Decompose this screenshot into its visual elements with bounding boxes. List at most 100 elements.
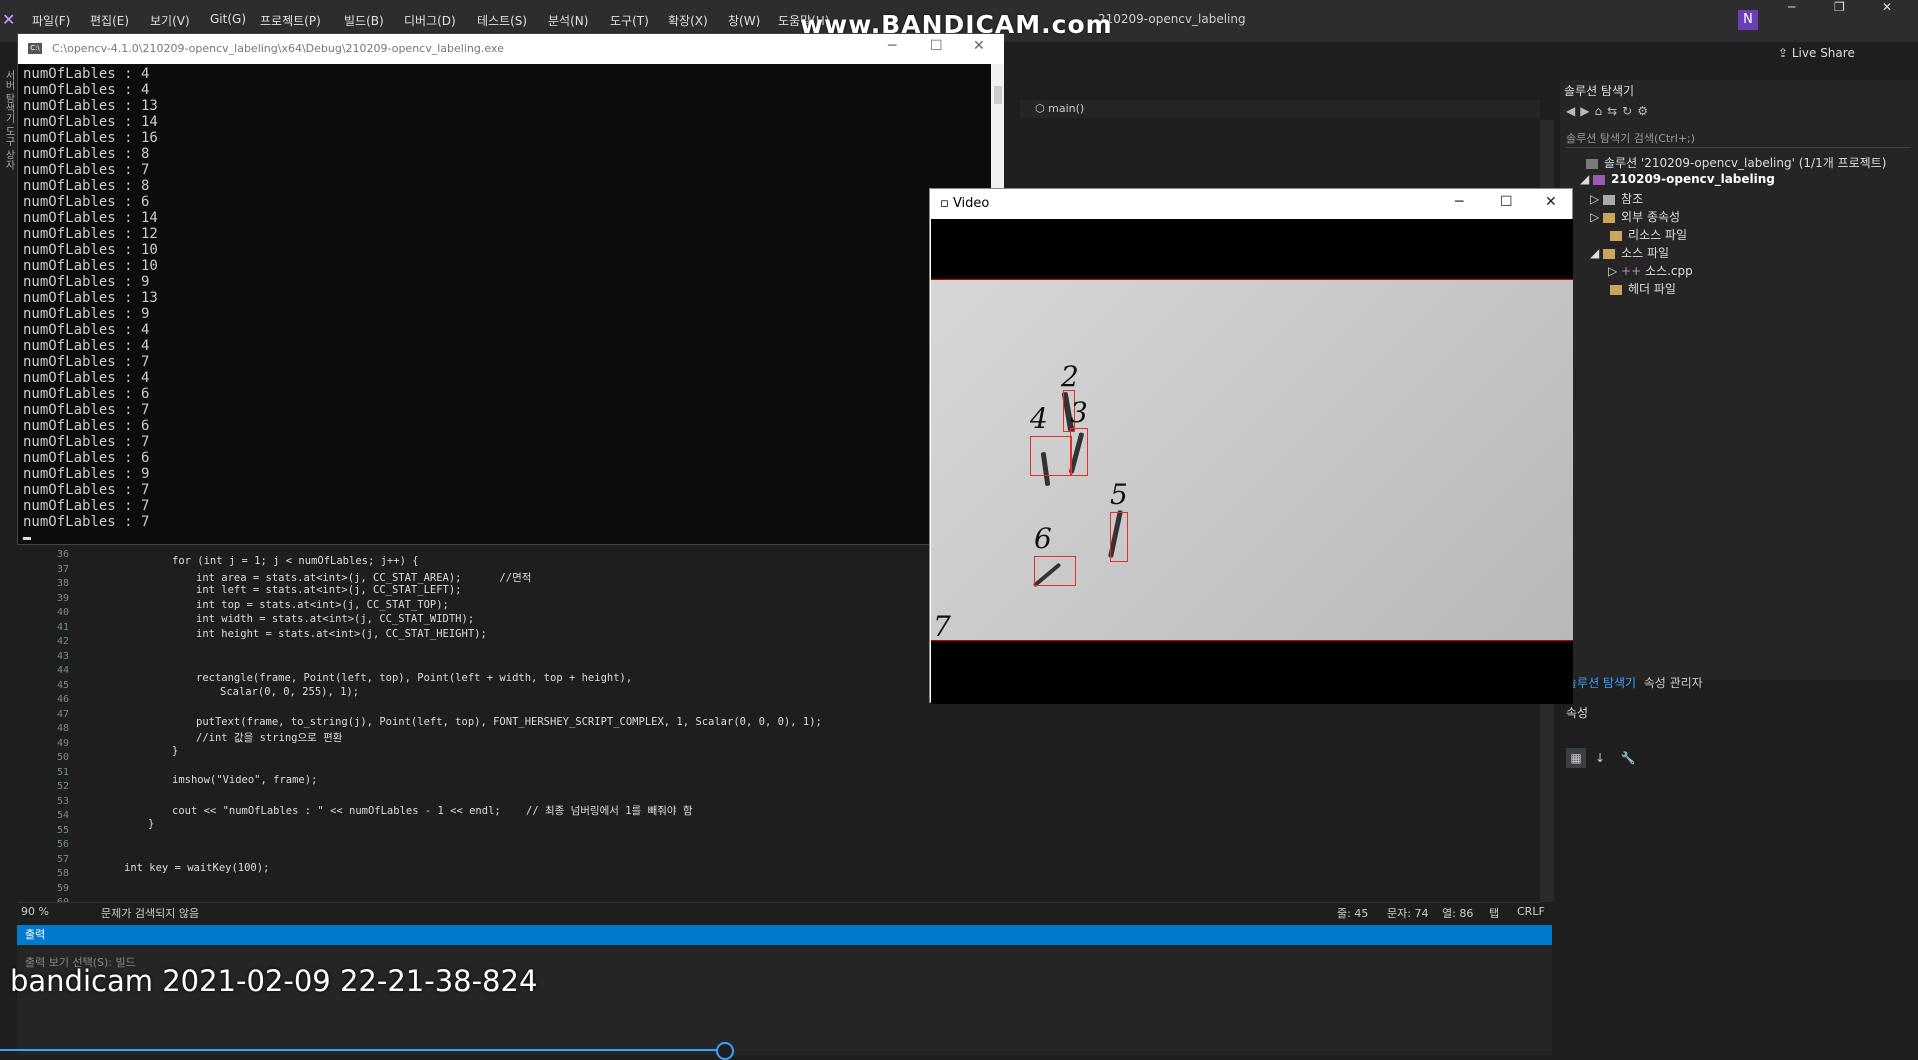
refresh-icon[interactable]: ↻	[1622, 104, 1637, 118]
folder-icon	[1603, 248, 1616, 259]
solution-icon	[1586, 158, 1598, 169]
line-number: 36	[56, 549, 69, 560]
solution-search-input[interactable]: 솔루션 탐색기 검색(Ctrl+;)	[1566, 130, 1911, 148]
restore-icon[interactable]: ❐	[1834, 0, 1845, 14]
tree-project-node[interactable]: ◢ 210209-opencv_labeling	[1580, 172, 1775, 186]
menu-file[interactable]: 파일(F)	[32, 12, 70, 29]
cpp-file-icon: ++	[1621, 264, 1645, 278]
console-minimize-icon[interactable]: ─	[888, 38, 896, 54]
menu-tools[interactable]: 도구(T)	[610, 12, 649, 29]
line-number: 57	[56, 853, 69, 865]
tree-item-source-cpp[interactable]: ▷ ++ 소스.cpp	[1608, 262, 1693, 279]
line-number: 42	[56, 636, 69, 647]
label-box-3	[1070, 428, 1088, 476]
tree-item-references[interactable]: ▷ 참조	[1590, 190, 1643, 207]
video-close-icon[interactable]: ✕	[1545, 194, 1557, 210]
solution-title: 210209-opencv_labeling	[1098, 12, 1246, 26]
tree-item-external[interactable]: ▷ 외부 종속성	[1590, 208, 1680, 225]
menu-view[interactable]: 보기(V)	[150, 12, 190, 29]
console-line: numOfLables : 7	[23, 434, 150, 450]
tree-item-source-files[interactable]: ◢ 소스 파일	[1590, 244, 1669, 261]
console-maximize-icon[interactable]: ☐	[930, 38, 943, 54]
menu-git[interactable]: Git(G)	[210, 12, 246, 26]
console-line: numOfLables : 6	[23, 418, 150, 434]
code-line[interactable]: int width = stats.at<int>(j, CC_STAT_WID…	[196, 613, 474, 625]
label-number-2: 2	[1061, 360, 1079, 393]
console-line: numOfLables : 13	[23, 98, 158, 114]
code-line[interactable]: int area = stats.at<int>(j, CC_STAT_AREA…	[196, 570, 531, 585]
line-number: 53	[56, 795, 69, 807]
sync-icon[interactable]: ⇆	[1607, 104, 1622, 118]
console-line: numOfLables : 7	[23, 402, 150, 418]
left-tool-strip[interactable]: 서버 탐색기 도구 상자	[0, 70, 16, 220]
issues-status[interactable]: 문제가 검색되지 않음	[101, 905, 199, 921]
user-avatar[interactable]: N	[1738, 10, 1758, 30]
expand-icon: ◢	[1590, 246, 1604, 260]
solution-toolbar[interactable]: ◀▶⌂⇆↻⚙	[1566, 104, 1653, 118]
code-line[interactable]: putText(frame, to_string(j), Point(left,…	[196, 716, 822, 728]
code-line[interactable]: cout << "numOfLables : " << numOfLables …	[172, 803, 693, 818]
tree-item-headers[interactable]: 헤더 파일	[1610, 280, 1676, 297]
code-line[interactable]: }	[172, 745, 178, 757]
zoom-level[interactable]: 90 %	[21, 905, 49, 918]
playback-knob[interactable]	[716, 1042, 734, 1060]
settings-icon[interactable]: ⚙	[1637, 104, 1653, 118]
menu-analyze[interactable]: 분석(N)	[548, 12, 588, 29]
tree-solution-node[interactable]: 솔루션 '210209-opencv_labeling' (1/1개 프로젝트)	[1586, 154, 1886, 171]
line-number: 54	[56, 810, 69, 821]
folder-icon	[1603, 212, 1616, 223]
code-line[interactable]: }	[148, 818, 154, 830]
playback-progress[interactable]	[0, 1049, 725, 1051]
menu-project[interactable]: 프로젝트(P)	[260, 12, 321, 29]
menu-edit[interactable]: 편집(E)	[90, 12, 129, 29]
code-line[interactable]: imshow("Video", frame);	[172, 774, 317, 786]
line-number: 51	[56, 766, 69, 778]
menu-debug[interactable]: 디버그(D)	[404, 12, 456, 29]
tab-property-manager[interactable]: 속성 관리자	[1644, 676, 1703, 690]
tab-solution-explorer[interactable]: 솔루션 탐색기	[1566, 676, 1636, 690]
wrench-icon[interactable]: 🔧	[1618, 748, 1638, 768]
forward-icon[interactable]: ▶	[1580, 104, 1594, 118]
close-icon[interactable]: ✕	[1882, 0, 1892, 14]
solution-node-label: 솔루션 '210209-opencv_labeling' (1/1개 프로젝트)	[1604, 156, 1887, 170]
code-line[interactable]: Scalar(0, 0, 255), 1);	[220, 686, 359, 698]
console-line: numOfLables : 9	[23, 274, 150, 290]
console-window[interactable]: C:\opencv-4.1.0\210209-opencv_labeling\x…	[17, 33, 1004, 545]
minimize-icon[interactable]: ─	[1788, 0, 1795, 14]
menu-build[interactable]: 빌드(B)	[344, 12, 384, 29]
live-share-button[interactable]: ⇪ Live Share	[1778, 46, 1855, 60]
menu-window[interactable]: 창(W)	[728, 12, 760, 29]
console-line: numOfLables : 7	[23, 498, 150, 514]
code-line[interactable]: int height = stats.at<int>(j, CC_STAT_HE…	[196, 628, 487, 640]
camera-image: 2 3 4 5 6 7	[931, 279, 1573, 643]
console-scroll-thumb[interactable]	[994, 86, 1002, 104]
console-line: numOfLables : 13	[23, 290, 158, 306]
alphabetical-icon[interactable]: ↓	[1590, 748, 1610, 768]
code-line[interactable]: int left = stats.at<int>(j, CC_STAT_LEFT…	[196, 584, 462, 596]
function-icon: ⬡	[1035, 102, 1049, 115]
menu-extensions[interactable]: 확장(X)	[668, 12, 708, 29]
code-line[interactable]: int top = stats.at<int>(j, CC_STAT_TOP);	[196, 599, 449, 611]
console-close-icon[interactable]: ✕	[973, 38, 985, 54]
code-line[interactable]: rectangle(frame, Point(left, top), Point…	[196, 672, 632, 684]
back-icon[interactable]: ◀	[1566, 104, 1580, 118]
console-line: numOfLables : 6	[23, 450, 150, 466]
video-window[interactable]: ▫ Video ─ ☐ ✕ 2 3 4 5 6 7	[929, 188, 1573, 704]
categorized-icon[interactable]: ▦	[1566, 748, 1586, 768]
solution-explorer-title: 솔루션 탐색기	[1564, 84, 1635, 98]
menu-test[interactable]: 테스트(S)	[477, 12, 527, 29]
video-title[interactable]: ▫ Video	[940, 189, 989, 219]
home-icon[interactable]: ⌂	[1594, 104, 1607, 118]
console-line: numOfLables : 9	[23, 306, 150, 322]
video-minimize-icon[interactable]: ─	[1455, 194, 1463, 210]
code-line[interactable]: int key = waitKey(100);	[124, 862, 269, 874]
label-number-4: 4	[1030, 402, 1048, 435]
tree-item-resources[interactable]: 리소스 파일	[1610, 226, 1687, 243]
line-number: 45	[56, 679, 69, 691]
code-line[interactable]: for (int j = 1; j < numOfLables; j++) {	[172, 555, 419, 567]
video-maximize-icon[interactable]: ☐	[1500, 194, 1513, 210]
function-navigator[interactable]: ⬡ main()	[1020, 100, 1540, 118]
console-title-bar[interactable]: C:\opencv-4.1.0\210209-opencv_labeling\x…	[18, 34, 1004, 64]
line-number: 55	[56, 824, 69, 836]
code-line[interactable]: //int 값을 string으로 편환	[196, 730, 342, 745]
